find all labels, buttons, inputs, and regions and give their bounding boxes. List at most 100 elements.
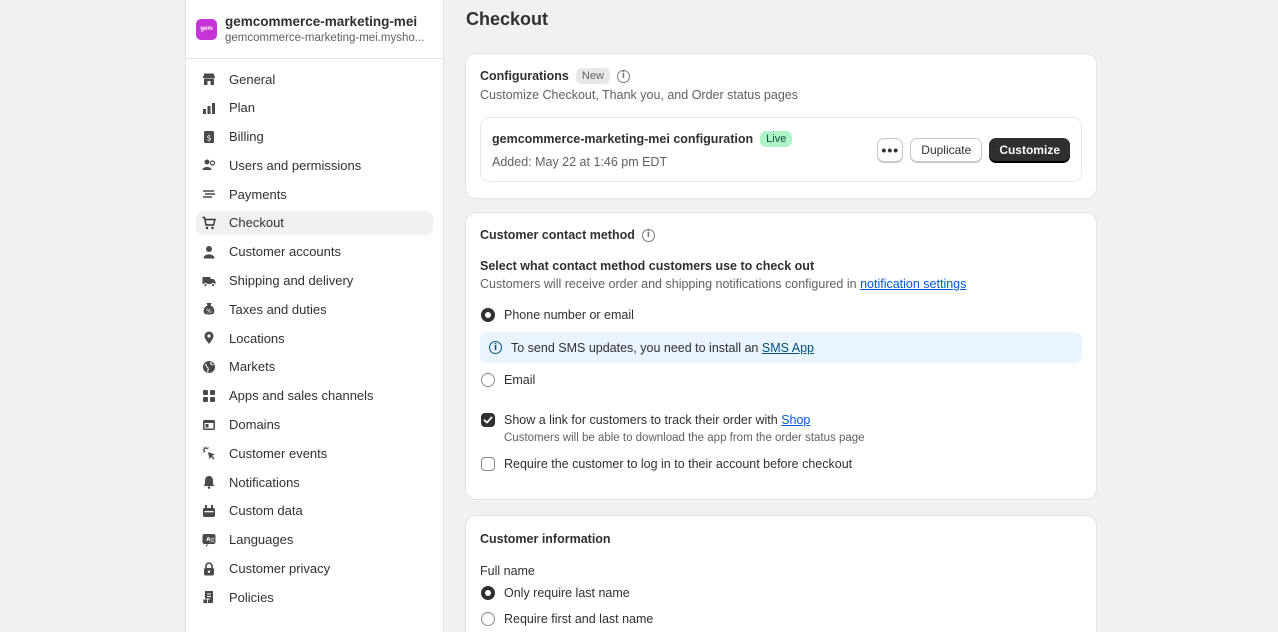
svg-text:$: $: [206, 133, 211, 142]
cart-icon: [202, 216, 216, 230]
sidebar-item-label: Notifications: [229, 474, 300, 490]
track-order-help-text: Customers will be able to download the a…: [504, 432, 865, 444]
sidebar-item-domains[interactable]: Domains: [196, 413, 433, 437]
store-switcher[interactable]: gem gemcommerce-marketing-mei gemcommerc…: [186, 0, 443, 59]
checkbox-label: Show a link for customers to track their…: [504, 413, 782, 427]
apps-icon: [202, 389, 216, 403]
sidebar-item-apps-and-sales-channels[interactable]: Apps and sales channels: [196, 384, 433, 408]
sidebar-item-label: Locations: [229, 330, 285, 346]
store-logo: gem: [196, 18, 217, 40]
lock-icon: [202, 561, 216, 576]
sidebar-item-label: Checkout: [229, 215, 284, 231]
sidebar-item-label: Plan: [229, 100, 256, 116]
configurations-card: Configurations New i Customize Checkout,…: [466, 54, 1096, 198]
customer-information-title: Customer information: [480, 532, 611, 546]
sidebar-item-users-and-permissions[interactable]: Users and permissions: [196, 153, 433, 177]
radio-unchecked[interactable]: [481, 612, 495, 626]
plan-icon: [202, 101, 216, 115]
contact-question: Select what contact method customers use…: [480, 259, 815, 273]
billing-icon: $: [202, 130, 216, 144]
sidebar-item-label: Policies: [229, 589, 274, 605]
sidebar-item-general[interactable]: General: [196, 67, 433, 91]
users-icon: [202, 158, 216, 172]
sidebar-item-policies[interactable]: Policies: [196, 585, 433, 609]
checkmark-icon: [483, 416, 493, 424]
sidebar-item-markets[interactable]: Markets: [196, 355, 433, 379]
sidebar-item-notifications[interactable]: Notifications: [196, 470, 433, 494]
live-badge: Live: [760, 130, 793, 147]
contact-description: Customers will receive order and shippin…: [480, 277, 861, 291]
configuration-name: gemcommerce-marketing-mei configuration: [492, 131, 754, 146]
customize-button[interactable]: Customize: [989, 137, 1070, 162]
page-title: Checkout: [466, 9, 549, 29]
new-badge: New: [575, 68, 610, 84]
sidebar-item-billing[interactable]: $ Billing: [196, 125, 433, 149]
checkbox-checked[interactable]: [481, 413, 495, 427]
checkbox-unchecked[interactable]: [481, 457, 495, 471]
custom-data-icon: [202, 504, 216, 518]
sidebar-item-label: Apps and sales channels: [229, 388, 374, 404]
radio-first-and-last-name[interactable]: Require first and last name: [480, 609, 1082, 629]
customer-information-card: Customer information Full name Only requ…: [466, 516, 1096, 632]
taxes-icon: %: [202, 302, 216, 316]
radio-phone-or-email[interactable]: Phone number or email: [480, 305, 1082, 325]
checkbox-label: Require the customer to log in to their …: [504, 457, 853, 471]
sidebar-item-label: Customer privacy: [229, 561, 331, 577]
sms-app-link[interactable]: SMS App: [762, 341, 814, 355]
sidebar-item-custom-data[interactable]: Custom data: [196, 499, 433, 523]
settings-sidebar: gem gemcommerce-marketing-mei gemcommerc…: [185, 0, 444, 632]
radio-email[interactable]: Email: [480, 370, 1082, 390]
store-icon: [202, 72, 216, 86]
globe-icon: [202, 360, 216, 374]
sidebar-item-languages[interactable]: A 文 Languages: [196, 528, 433, 552]
sidebar-item-customer-events[interactable]: Customer events: [196, 441, 433, 465]
cursor-icon: [202, 446, 216, 460]
info-icon[interactable]: i: [616, 69, 630, 83]
banner-text: To send SMS updates, you need to install…: [511, 340, 759, 355]
sidebar-item-label: Domains: [229, 417, 281, 433]
radio-checked[interactable]: [481, 308, 495, 322]
domains-icon: [202, 418, 216, 432]
radio-unchecked[interactable]: [481, 373, 495, 387]
svg-text:%: %: [206, 308, 212, 315]
sidebar-item-label: Payments: [229, 186, 287, 202]
policies-icon: [202, 590, 216, 605]
contact-method-card: Customer contact method i Select what co…: [466, 213, 1096, 499]
configurations-title: Configurations: [480, 69, 569, 83]
person-icon: [202, 245, 216, 259]
sidebar-item-label: General: [229, 71, 276, 87]
shop-link[interactable]: Shop: [781, 413, 810, 427]
duplicate-button[interactable]: Duplicate: [910, 137, 983, 162]
sidebar-item-taxes-and-duties[interactable]: % Taxes and duties: [196, 297, 433, 321]
sidebar-item-plan[interactable]: Plan: [196, 96, 433, 120]
full-name-label: Full name: [480, 564, 535, 578]
store-name: gemcommerce-marketing-mei: [225, 14, 418, 29]
sidebar-item-customer-accounts[interactable]: Customer accounts: [196, 240, 433, 264]
sidebar-item-label: Markets: [229, 359, 276, 375]
sidebar-item-payments[interactable]: Payments: [196, 182, 433, 206]
radio-label: Email: [504, 373, 536, 387]
configuration-added-date: Added: May 22 at 1:46 pm EDT: [492, 154, 668, 169]
sidebar-item-label: Taxes and duties: [229, 301, 327, 317]
sidebar-item-label: Users and permissions: [229, 157, 362, 173]
track-order-checkbox-row[interactable]: Show a link for customers to track their…: [480, 410, 1082, 430]
sidebar-item-label: Languages: [229, 532, 294, 548]
svg-text:文: 文: [210, 537, 215, 544]
radio-label: Require first and last name: [504, 612, 654, 626]
radio-label: Only require last name: [504, 586, 630, 600]
sidebar-item-customer-privacy[interactable]: Customer privacy: [196, 557, 433, 581]
sidebar-item-locations[interactable]: Locations: [196, 326, 433, 350]
info-icon[interactable]: i: [641, 228, 655, 242]
configurations-description: Customize Checkout, Thank you, and Order…: [480, 88, 798, 102]
notification-settings-link[interactable]: notification settings: [860, 277, 966, 291]
sidebar-item-shipping-and-delivery[interactable]: Shipping and delivery: [196, 269, 433, 293]
bell-icon: [202, 475, 216, 489]
radio-only-last-name[interactable]: Only require last name: [480, 583, 1082, 603]
sidebar-item-label: Custom data: [229, 503, 303, 519]
radio-checked[interactable]: [481, 586, 495, 600]
require-login-checkbox-row[interactable]: Require the customer to log in to their …: [480, 454, 1082, 474]
sidebar-item-checkout[interactable]: Checkout: [196, 210, 433, 235]
truck-icon: [202, 274, 216, 288]
more-actions-button[interactable]: •••: [877, 137, 904, 162]
store-domain: gemcommerce-marketing-mei.mysho...: [225, 32, 425, 44]
